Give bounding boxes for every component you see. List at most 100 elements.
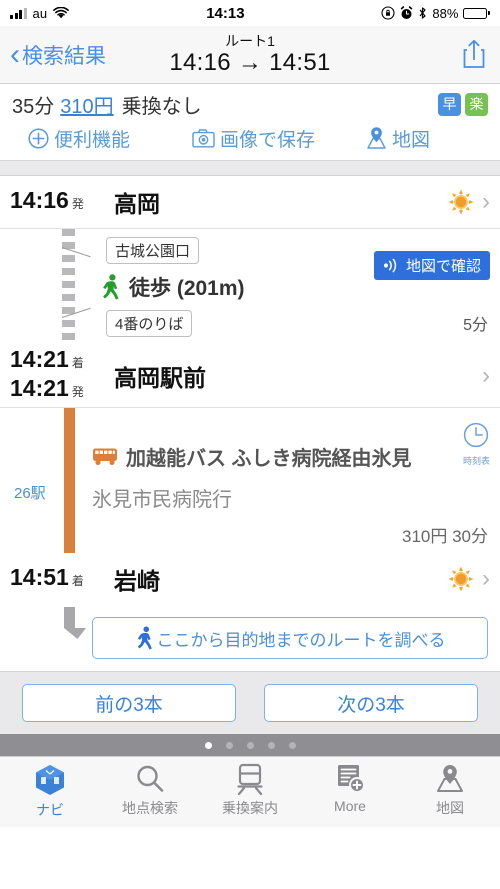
more-list-icon bbox=[338, 765, 365, 793]
transfer-times: 14:21 着 14:21 発 bbox=[10, 347, 114, 405]
signal-bars-icon bbox=[10, 7, 27, 19]
arrival-times: 14:51 着 bbox=[10, 565, 114, 593]
bus-icon bbox=[93, 448, 117, 465]
departure-times: 14:16 発 bbox=[10, 188, 114, 216]
back-button-label: 検索結果 bbox=[22, 44, 106, 68]
plus-circle-icon bbox=[28, 127, 49, 149]
spacer-top bbox=[0, 161, 500, 175]
bus-line-row: 加越能バス ふしき病院経由氷見 bbox=[92, 442, 490, 471]
page-dot-5[interactable] bbox=[288, 741, 296, 749]
save-image-label: 画像で保存 bbox=[220, 129, 316, 151]
tab-place-search[interactable]: 地点検索 bbox=[100, 763, 200, 818]
pager-row: 前の3本 次の3本 bbox=[0, 672, 500, 734]
station-row-arrival[interactable]: 14:51 着 岩崎 › bbox=[0, 553, 500, 605]
platform-label: 4番のりば bbox=[106, 310, 193, 337]
transfer-depart-time: 14:21 bbox=[10, 375, 69, 401]
search-route-from-here-label: ここから目的地までのルートを調べる bbox=[156, 630, 446, 650]
tab-transfer-guide-label: 乗換案内 bbox=[222, 800, 278, 816]
check-on-map-button[interactable]: 地図で確認 bbox=[373, 251, 490, 280]
transfer-depart-row: 14:21 発 bbox=[10, 376, 114, 405]
map-label: 地図 bbox=[391, 129, 430, 151]
tab-bar: ナビ 地点検索 乗換案内 More 地図 bbox=[0, 756, 500, 827]
arrival-row-right: › bbox=[448, 566, 490, 592]
map-button[interactable]: 地図 bbox=[366, 125, 430, 152]
page-dot-3[interactable] bbox=[246, 741, 254, 749]
route-summary: 35分 310円 乗換なし 早 楽 便利機能 画像で保存 地図 bbox=[0, 84, 500, 161]
tab-navi-label: ナビ bbox=[36, 802, 64, 818]
page-dots[interactable] bbox=[0, 734, 500, 756]
share-icon bbox=[463, 39, 485, 68]
total-fare-link[interactable]: 310円 bbox=[60, 90, 113, 119]
status-bar-left: au bbox=[10, 5, 70, 21]
train-icon bbox=[237, 763, 263, 795]
tab-transfer-guide[interactable]: 乗換案内 bbox=[200, 763, 300, 818]
total-duration: 35分 bbox=[12, 95, 55, 118]
chevron-right-icon: › bbox=[482, 188, 490, 215]
bus-stop-count: 26駅 bbox=[14, 485, 46, 502]
tab-map[interactable]: 地図 bbox=[400, 763, 500, 818]
bus-line-name: 加越能バス ふしき病院経由氷見 bbox=[126, 448, 412, 470]
exit-label: 古城公園口 bbox=[106, 237, 200, 264]
bluetooth-icon bbox=[419, 7, 426, 19]
map-pin-icon bbox=[367, 127, 386, 149]
destination-search-segment: ここから目的地までのルートを調べる bbox=[0, 605, 500, 671]
chevron-left-icon: ‹ bbox=[10, 37, 20, 71]
departure-time-row: 14:16 発 bbox=[10, 188, 114, 216]
page-dot-1[interactable] bbox=[204, 741, 212, 749]
back-button[interactable]: ‹ 検索結果 bbox=[10, 37, 106, 71]
convenient-features-button[interactable]: 便利機能 bbox=[28, 125, 130, 152]
corner-arrow-icon bbox=[64, 607, 86, 639]
arrival-time-suffix: 着 bbox=[71, 574, 84, 588]
map-pin-icon bbox=[437, 765, 463, 792]
status-bar: au 14:13 88% bbox=[0, 0, 500, 26]
convenient-features-label: 便利機能 bbox=[54, 129, 131, 151]
page-dot-2[interactable] bbox=[225, 741, 233, 749]
transfer-count: 乗換なし bbox=[121, 95, 202, 118]
walk-dashed-line bbox=[62, 229, 75, 345]
clock-icon bbox=[464, 422, 489, 448]
navigation-bar: ‹ 検索結果 ルート1 14:16 → 14:51 bbox=[0, 26, 500, 84]
departure-time-suffix: 発 bbox=[71, 197, 84, 211]
route-badges: 早 楽 bbox=[438, 92, 488, 116]
previous-three-button[interactable]: 前の3本 bbox=[22, 684, 236, 722]
timetable-button[interactable]: 時刻表 bbox=[463, 422, 490, 467]
walking-person-icon bbox=[137, 626, 152, 650]
transfer-depart-suffix: 発 bbox=[71, 385, 84, 399]
arrival-time-row: 14:51 着 bbox=[10, 565, 114, 593]
station-row-transfer[interactable]: 14:21 着 14:21 発 高岡駅前 › bbox=[0, 345, 500, 407]
share-button[interactable] bbox=[460, 38, 490, 72]
transfer-arrive-time: 14:21 bbox=[10, 346, 69, 372]
tab-more[interactable]: More bbox=[300, 763, 400, 814]
check-on-map-label: 地図で確認 bbox=[405, 258, 481, 275]
save-image-button[interactable]: 画像で保存 bbox=[192, 125, 315, 152]
page-dot-4[interactable] bbox=[267, 741, 275, 749]
search-route-from-here-button[interactable]: ここから目的地までのルートを調べる bbox=[92, 617, 488, 659]
navigation-cube-icon bbox=[36, 765, 64, 795]
rotation-lock-icon bbox=[381, 6, 395, 20]
tab-map-label: 地図 bbox=[436, 800, 464, 816]
battery-icon bbox=[463, 7, 490, 19]
route-detail-scroll: 14:16 発 高岡 › 古城公園口 徒歩 (201m) 4番のりば 地図で確認… bbox=[0, 161, 500, 734]
bus-segment: 26駅 加越能バス ふしき病院経由氷見 氷見市民病院行 時刻表 310円 30分 bbox=[0, 407, 500, 553]
carrier-label: au bbox=[32, 5, 48, 21]
tab-navi[interactable]: ナビ bbox=[0, 763, 100, 820]
status-bar-clock: 14:13 bbox=[206, 4, 245, 22]
bus-segment-content: 加越能バス ふしき病院経由氷見 氷見市民病院行 bbox=[92, 416, 490, 512]
walk-duration: 5分 bbox=[463, 317, 488, 334]
timetable-label: 時刻表 bbox=[462, 456, 490, 466]
next-three-button[interactable]: 次の3本 bbox=[264, 684, 478, 722]
arrival-time: 14:51 bbox=[10, 564, 69, 590]
status-bar-right: 88% bbox=[381, 6, 490, 21]
transfer-arrive-suffix: 着 bbox=[71, 356, 84, 370]
alarm-icon bbox=[401, 6, 413, 19]
signal-waves-icon bbox=[383, 258, 397, 273]
walk-segment: 古城公園口 徒歩 (201m) 4番のりば 地図で確認 5分 bbox=[0, 228, 500, 345]
station-row-departure[interactable]: 14:16 発 高岡 › bbox=[0, 176, 500, 228]
tab-place-search-label: 地点検索 bbox=[122, 800, 178, 816]
chevron-right-icon: › bbox=[482, 565, 490, 592]
transfer-arrive-row: 14:21 着 bbox=[10, 347, 114, 376]
sun-icon bbox=[448, 189, 474, 215]
badge-fast: 早 bbox=[438, 92, 461, 116]
transfer-row-right: › bbox=[482, 364, 490, 388]
chevron-right-icon: › bbox=[482, 362, 490, 389]
